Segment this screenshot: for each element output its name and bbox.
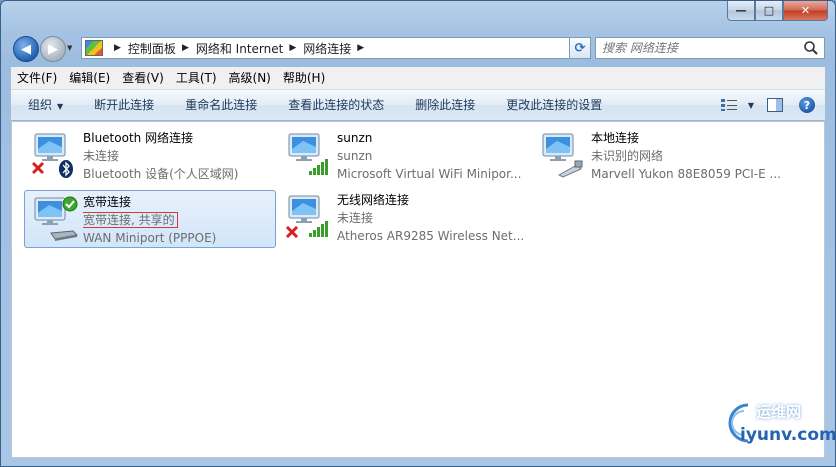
breadcrumb-sep-root[interactable]: ▶: [108, 43, 128, 53]
disconnect-button[interactable]: 断开此连接: [74, 90, 165, 120]
preview-pane-button[interactable]: [759, 94, 791, 116]
command-bar-right: ▼ ?: [715, 94, 821, 116]
close-icon: ✕: [800, 4, 811, 17]
menu-bar: 文件(F) 编辑(E) 查看(V) 工具(T) 高级(N) 帮助(H): [11, 67, 825, 90]
chevron-right-icon: ▶: [114, 43, 121, 53]
network-monitor-icon: [29, 195, 81, 243]
rename-button[interactable]: 重命名此连接: [165, 90, 268, 120]
view-details-icon: [720, 99, 737, 111]
maximize-icon: □: [763, 4, 775, 17]
minimize-button[interactable]: —: [727, 1, 755, 21]
search-input[interactable]: [600, 38, 800, 58]
change-view-button[interactable]: ▼: [715, 94, 759, 116]
site-watermark: 运维网 iyunv.com: [718, 397, 835, 451]
network-monitor-icon: [283, 193, 335, 241]
chevron-right-icon: ▶: [181, 43, 189, 53]
chevron-down-icon: ▼: [67, 44, 73, 52]
network-monitor-icon: [537, 131, 589, 179]
connection-status: 未识别的网络: [591, 149, 664, 163]
connection-name: 宽带连接: [83, 195, 132, 209]
modem-icon: [50, 230, 79, 241]
breadcrumb-item-network-connections[interactable]: 网络连接 ▶: [303, 40, 371, 57]
connection-status: 未连接: [337, 211, 374, 225]
close-button[interactable]: ✕: [783, 1, 828, 21]
connection-name: sunzn: [337, 131, 373, 145]
minimize-icon: —: [735, 4, 747, 17]
connection-item-broadband[interactable]: 宽带连接 宽带连接, 共享的 WAN Miniport (PPPOE): [24, 190, 276, 248]
connection-item-wireless[interactable]: 无线网络连接 未连接 Atheros AR9285 Wireless Net..…: [278, 188, 530, 246]
ethernet-plug-icon: [557, 160, 583, 178]
connection-texts: Bluetooth 网络连接 未连接 Bluetooth 设备(个人区域网): [83, 129, 273, 183]
refresh-icon: ⟳: [574, 40, 586, 56]
recent-pages-dropdown[interactable]: ▼: [67, 44, 72, 52]
preview-pane-icon: [767, 98, 783, 112]
connection-item-sunzn[interactable]: sunzn sunzn Microsoft Virtual WiFi Minip…: [278, 126, 530, 184]
connections-list: Bluetooth 网络连接 未连接 Bluetooth 设备(个人区域网) s…: [11, 121, 835, 458]
bluetooth-icon: [59, 160, 73, 178]
menu-view[interactable]: 查看(V): [116, 67, 170, 89]
connection-device: Marvell Yukon 88E8059 PCI-E ...: [591, 167, 781, 181]
chevron-right-icon: ▶: [357, 43, 365, 53]
menu-file[interactable]: 文件(F): [11, 67, 63, 89]
connection-status: 未连接: [83, 149, 120, 163]
control-panel-icon: [85, 40, 103, 56]
connection-name: 本地连接: [591, 131, 640, 145]
menu-help[interactable]: 帮助(H): [277, 67, 331, 89]
connection-name: 无线网络连接: [337, 193, 410, 207]
search-box[interactable]: [595, 37, 825, 59]
menu-edit[interactable]: 编辑(E): [63, 67, 116, 89]
navigation-row: ◀ ▶ ▼ ▶ 控制面板▶ 网络和 Internet▶ 网络连接▶ ▼ ⟳: [11, 33, 825, 63]
connection-texts: 宽带连接 宽带连接, 共享的 WAN Miniport (PPPOE): [83, 193, 273, 247]
back-button[interactable]: ◀: [13, 36, 39, 62]
watermark-text-bottom: iyunv.com: [740, 425, 836, 445]
connection-device: Atheros AR9285 Wireless Net...: [337, 229, 525, 243]
back-arrow-icon: ◀: [21, 41, 31, 57]
search-icon[interactable]: [803, 40, 819, 56]
connection-texts: 无线网络连接 未连接 Atheros AR9285 Wireless Net..…: [337, 191, 527, 245]
help-icon: ?: [803, 98, 811, 112]
connection-device: WAN Miniport (PPPOE): [83, 231, 217, 245]
connection-device: Microsoft Virtual WiFi Minipor...: [337, 167, 522, 181]
chevron-down-icon: ▼: [57, 102, 64, 111]
help-button[interactable]: ?: [799, 97, 815, 113]
green-check-icon: [62, 196, 78, 212]
connection-texts: sunzn sunzn Microsoft Virtual WiFi Minip…: [337, 129, 527, 183]
explorer-window: — □ ✕ ◀ ▶ ▼ ▶ 控制面板 ▶ 网络和 Internet ▶ 网络连接 ▶ …: [0, 0, 836, 467]
delete-button[interactable]: 删除此连接: [395, 90, 486, 120]
maximize-button[interactable]: □: [755, 1, 783, 21]
network-monitor-icon: [283, 131, 335, 179]
red-x-icon: [285, 225, 299, 239]
breadcrumb-item-control-panel[interactable]: 控制面板 ▶: [128, 40, 196, 57]
menu-tools[interactable]: 工具(T): [170, 67, 223, 89]
red-x-icon: [31, 161, 45, 175]
refresh-button[interactable]: ⟳: [569, 37, 591, 59]
connection-status-highlighted: 宽带连接, 共享的: [83, 212, 178, 228]
connection-texts: 本地连接 未识别的网络 Marvell Yukon 88E8059 PCI-E …: [591, 129, 781, 183]
connection-item-bluetooth[interactable]: Bluetooth 网络连接 未连接 Bluetooth 设备(个人区域网): [24, 126, 276, 184]
forward-button[interactable]: ▶: [40, 36, 66, 62]
menu-advanced[interactable]: 高级(N): [223, 67, 277, 89]
change-settings-button[interactable]: 更改此连接的设置: [486, 90, 613, 120]
connection-name: Bluetooth 网络连接: [83, 131, 194, 145]
connection-item-local[interactable]: 本地连接 未识别的网络 Marvell Yukon 88E8059 PCI-E …: [532, 126, 784, 184]
chevron-down-icon: ▼: [747, 100, 755, 110]
command-bar: 组织 ▼ 断开此连接 重命名此连接 查看此连接的状态 删除此连接 更改此连接的设置…: [11, 90, 825, 121]
network-monitor-icon: [29, 131, 81, 179]
breadcrumb-item-network-internet[interactable]: 网络和 Internet ▶: [196, 40, 303, 57]
view-status-button[interactable]: 查看此连接的状态: [268, 90, 395, 120]
forward-arrow-icon: ▶: [48, 41, 58, 57]
caption-buttons: — □ ✕: [727, 1, 828, 21]
organize-button[interactable]: 组织 ▼: [11, 90, 74, 120]
signal-bars-icon: [309, 221, 328, 237]
address-bar[interactable]: ▶ 控制面板▶ 网络和 Internet▶ 网络连接▶ ▼: [81, 37, 591, 59]
signal-bars-icon: [309, 159, 328, 175]
connection-status: sunzn: [337, 149, 373, 163]
chevron-right-icon: ▶: [289, 43, 297, 53]
connection-device: Bluetooth 设备(个人区域网): [83, 167, 239, 181]
watermark-text-top: 运维网: [756, 403, 802, 421]
